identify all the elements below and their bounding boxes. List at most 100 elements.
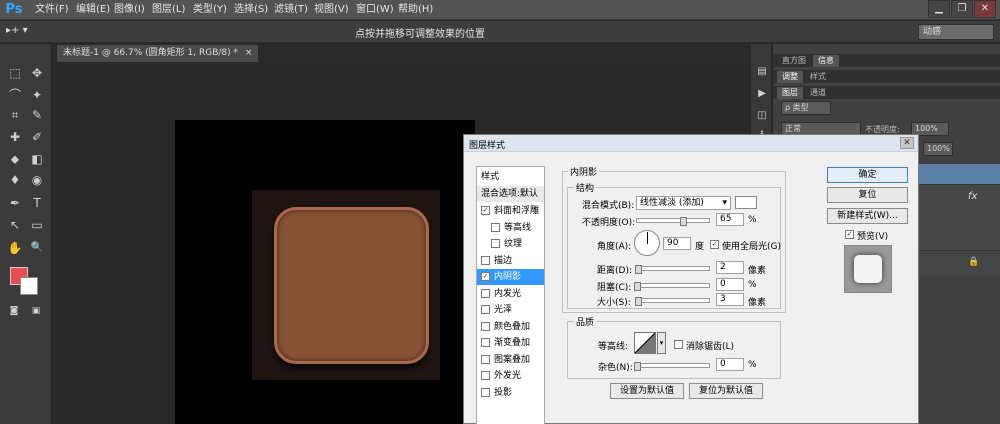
type-tool-icon[interactable]: T <box>27 194 47 212</box>
menu-file[interactable]: 文件(F) <box>35 3 69 17</box>
menu-help[interactable]: 帮助(H) <box>398 3 433 17</box>
distance-slider-thumb[interactable] <box>635 265 643 274</box>
preview-checkbox[interactable]: ✓ <box>845 230 854 239</box>
noise-slider[interactable] <box>636 363 710 368</box>
opacity-slider[interactable] <box>636 218 710 223</box>
magic-wand-tool-icon[interactable]: ✦ <box>27 86 47 104</box>
contour-dropdown-arrow[interactable]: ▾ <box>657 332 666 354</box>
noise-input[interactable]: 0 <box>716 358 744 371</box>
menu-select[interactable]: 选择(S) <box>234 3 268 17</box>
size-input[interactable]: 3 <box>716 293 744 306</box>
style-checkbox[interactable] <box>481 354 490 364</box>
tab-layers[interactable]: 图层 <box>777 87 803 99</box>
marquee-tool-icon[interactable]: ⬚ <box>5 64 25 82</box>
choke-slider-thumb[interactable] <box>634 282 641 291</box>
tab-info[interactable]: 信息 <box>813 55 839 67</box>
choke-input[interactable]: 0 <box>716 278 744 291</box>
background-layer-row[interactable]: 🔒 <box>913 250 1000 276</box>
distance-slider[interactable] <box>636 266 710 271</box>
blend-mode-select[interactable]: 线性减淡 (添加) ▾ <box>636 196 731 210</box>
contour-picker[interactable] <box>634 332 656 354</box>
antialias-checkbox[interactable] <box>674 340 683 349</box>
new-style-button[interactable]: 新建样式(W)... <box>827 208 908 224</box>
rounded-rectangle-shape[interactable] <box>274 207 429 364</box>
style-item[interactable]: 颜色叠加 <box>477 319 544 335</box>
style-item[interactable]: 描边 <box>477 253 544 269</box>
tab-channels[interactable]: 通道 <box>805 87 831 99</box>
rectangle-tool-icon[interactable]: ▭ <box>27 216 47 234</box>
style-item[interactable]: 渐变叠加 <box>477 335 544 351</box>
style-item[interactable]: 投影 <box>477 385 544 401</box>
menu-filter[interactable]: 滤镜(T) <box>274 3 308 17</box>
style-checkbox[interactable] <box>481 321 490 331</box>
opacity-slider-thumb[interactable] <box>679 217 687 226</box>
style-item[interactable]: 纹理 <box>477 236 544 252</box>
selected-layer-row[interactable] <box>913 164 1000 184</box>
menu-layer[interactable]: 图层(L) <box>152 3 185 17</box>
style-item[interactable]: 外发光 <box>477 368 544 384</box>
style-item[interactable]: ✓ 内阴影 <box>477 269 544 285</box>
style-checkbox[interactable] <box>481 371 490 380</box>
style-checkbox[interactable] <box>491 239 500 248</box>
document-tab[interactable]: 未标题-1 @ 66.7% (圆角矩形 1, RGB/8) * × <box>57 45 259 62</box>
layer-row[interactable]: fx <box>913 184 1000 250</box>
style-checkbox[interactable] <box>481 255 490 265</box>
layer-filter-kind[interactable]: ρ 类型 <box>781 101 831 115</box>
layer-fill-field[interactable]: 100% <box>923 142 953 156</box>
angle-input[interactable]: 90 <box>663 237 691 250</box>
style-item[interactable]: 内发光 <box>477 286 544 302</box>
global-light-checkbox[interactable]: ✓ <box>710 240 719 249</box>
shadow-color-swatch[interactable] <box>735 196 757 209</box>
style-checkbox[interactable] <box>491 222 500 232</box>
style-checkbox[interactable]: ✓ <box>481 206 490 215</box>
menu-image[interactable]: 图像(I) <box>114 3 145 17</box>
style-checkbox[interactable] <box>481 288 490 298</box>
gradient-tool-icon[interactable]: ◉ <box>27 171 47 189</box>
actions-panel-icon[interactable]: ▶ <box>754 86 770 102</box>
properties-panel-icon[interactable]: ◫ <box>754 108 770 124</box>
close-window-button[interactable]: ✕ <box>974 0 996 18</box>
history-brush-tool-icon[interactable]: ◧ <box>27 150 47 168</box>
style-item[interactable]: ✓ 斜面和浮雕 <box>477 203 544 219</box>
style-item[interactable]: 图案叠加 <box>477 352 544 368</box>
set-default-button[interactable]: 设置为默认值 <box>610 383 684 399</box>
minimize-button[interactable]: ▁ <box>928 0 950 18</box>
screen-mode-icon[interactable]: ▣ <box>26 302 46 320</box>
style-checkbox[interactable]: ✓ <box>481 272 490 281</box>
lasso-tool-icon[interactable]: ⌒ <box>5 86 25 104</box>
history-panel-icon[interactable]: ▤ <box>754 64 770 80</box>
tab-histogram[interactable]: 直方图 <box>777 55 811 67</box>
reset-default-button[interactable]: 复位为默认值 <box>689 383 763 399</box>
opacity-input[interactable]: 65 <box>716 213 744 226</box>
eraser-tool-icon[interactable]: ♦ <box>5 171 25 189</box>
hand-tool-icon[interactable]: ✋ <box>5 239 25 257</box>
restore-button[interactable]: ❐ <box>951 0 973 18</box>
quick-mask-icon[interactable]: ◙ <box>4 302 24 320</box>
background-color-swatch[interactable] <box>20 277 38 295</box>
blending-options-default[interactable]: 混合选项:默认 <box>477 186 544 202</box>
close-tab-icon[interactable]: × <box>245 48 253 58</box>
move-tool-icon[interactable]: ✥ <box>27 64 47 82</box>
clone-stamp-tool-icon[interactable]: ⬥ <box>5 150 25 168</box>
workspace-dropdown[interactable]: 动感 <box>918 24 994 40</box>
menu-view[interactable]: 视图(V) <box>314 3 349 17</box>
tool-preset-picker[interactable]: ▸+ ▾ <box>6 25 40 39</box>
layer-effects-icon[interactable]: fx <box>968 191 977 202</box>
menu-type[interactable]: 类型(Y) <box>193 3 227 17</box>
pen-tool-icon[interactable]: ✒ <box>5 194 25 212</box>
angle-dial[interactable] <box>634 230 660 256</box>
dialog-close-button[interactable]: ✕ <box>900 137 914 149</box>
tab-styles[interactable]: 样式 <box>805 71 831 83</box>
style-checkbox[interactable] <box>481 338 490 347</box>
healing-brush-tool-icon[interactable]: ✚ <box>5 128 25 146</box>
brush-tool-icon[interactable]: ✐ <box>27 128 47 146</box>
distance-input[interactable]: 2 <box>716 261 744 274</box>
reset-button[interactable]: 复位 <box>827 187 908 203</box>
style-item[interactable]: 等高线 <box>477 220 544 236</box>
size-slider-thumb[interactable] <box>635 297 643 306</box>
crop-tool-icon[interactable]: ⌗ <box>5 106 25 124</box>
noise-slider-thumb[interactable] <box>634 362 641 371</box>
tab-adjustments[interactable]: 调整 <box>777 71 803 83</box>
styles-header[interactable]: 样式 <box>477 169 544 185</box>
style-checkbox[interactable] <box>481 305 490 314</box>
